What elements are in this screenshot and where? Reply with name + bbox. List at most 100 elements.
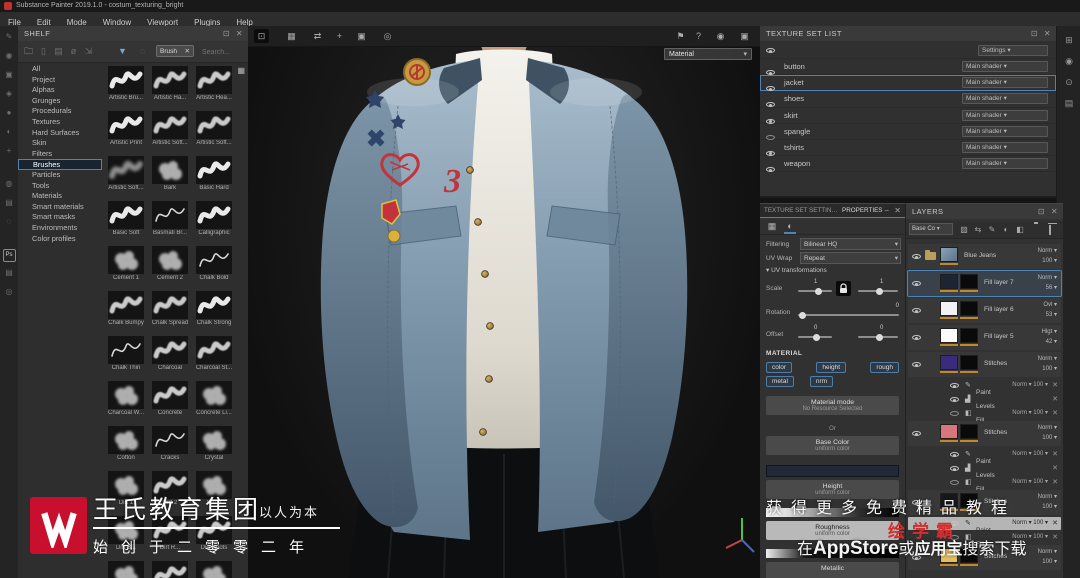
layer-thumbnail[interactable] bbox=[940, 247, 958, 262]
base-color-button[interactable]: Base Color uniform color bbox=[766, 436, 899, 455]
clone-tool-icon[interactable]: ◐ bbox=[0, 124, 18, 140]
copy-icon[interactable]: ▤ bbox=[52, 45, 65, 58]
projection-tool-icon[interactable]: ▣ bbox=[0, 67, 18, 83]
layer-thumbnail[interactable] bbox=[940, 274, 958, 289]
layer-visibility-eye-icon[interactable] bbox=[912, 361, 921, 368]
effect-blend-opacity[interactable]: Norm ▾ 100 ▾ bbox=[1012, 476, 1048, 489]
brush-basic-hard[interactable]: Basic Hard bbox=[192, 154, 236, 199]
sidebar-item-brushes[interactable]: Brushes bbox=[18, 159, 102, 170]
remove-effect-icon[interactable]: ✕ bbox=[1052, 407, 1058, 420]
add-mask-icon[interactable]: ◐ bbox=[1000, 224, 1012, 236]
channel-chip-color[interactable]: color bbox=[766, 362, 793, 373]
opacity-dropdown[interactable]: 53 ▾ bbox=[1046, 311, 1057, 318]
brush-cracks[interactable]: Cracks bbox=[148, 424, 192, 469]
remove-effect-icon[interactable]: ✕ bbox=[1052, 517, 1058, 530]
layer-thumbnail[interactable] bbox=[940, 328, 958, 343]
brush-item[interactable] bbox=[104, 559, 148, 578]
metallic-button[interactable]: Metallic bbox=[766, 562, 899, 578]
blend-mode-dropdown[interactable]: Norm ▾ bbox=[1038, 493, 1057, 500]
opacity-dropdown[interactable]: 100 ▾ bbox=[1042, 257, 1057, 264]
minimize-panel-icon[interactable]: − bbox=[884, 204, 889, 217]
texture-set-row-shoes[interactable]: shoes Main shader ▾ bbox=[760, 91, 1056, 108]
layer-thumbnail[interactable] bbox=[940, 424, 958, 439]
brush-chalk-strong[interactable]: Chalk Strong bbox=[192, 289, 236, 334]
scale-y-slider[interactable] bbox=[858, 287, 898, 295]
shelf-search-input[interactable] bbox=[200, 45, 246, 59]
brush-chalk-thin[interactable]: Chalk Thin bbox=[104, 334, 148, 379]
sidebar-item-all[interactable]: All bbox=[18, 64, 102, 75]
shader-dropdown[interactable]: Main shader ▾ bbox=[962, 61, 1048, 72]
filter-funnel-icon[interactable]: ▼ bbox=[116, 45, 129, 58]
effect-visibility-eye-icon[interactable] bbox=[950, 451, 959, 458]
new-file-icon[interactable]: ▯ bbox=[37, 45, 50, 58]
material-mode-button[interactable]: Material mode No Resource Selected bbox=[766, 396, 899, 415]
smudge-tool-icon[interactable]: ● bbox=[0, 105, 18, 121]
opacity-dropdown[interactable]: 100 ▾ bbox=[1042, 558, 1057, 565]
material-mode-icon[interactable]: ◍ bbox=[0, 176, 18, 192]
blend-mode-dropdown[interactable]: Norm ▾ bbox=[1038, 274, 1057, 281]
layer-effect-levels[interactable]: ▟ Levels ✕ bbox=[908, 462, 1061, 479]
tab-properties[interactable]: PROPERTIES bbox=[842, 204, 882, 217]
opacity-dropdown[interactable]: 56 ▾ bbox=[1046, 284, 1057, 291]
remove-effect-icon[interactable]: ✕ bbox=[1052, 476, 1058, 489]
opacity-dropdown[interactable]: 100 ▾ bbox=[1042, 365, 1057, 372]
effect-visibility-eye-icon[interactable] bbox=[950, 382, 959, 389]
layer-row-blue-jeans[interactable]: Blue Jeans Norm ▾ 100 ▾ bbox=[908, 244, 1061, 269]
offset-y-slider[interactable] bbox=[858, 333, 898, 341]
eraser-tool-icon[interactable]: ◉ bbox=[0, 48, 18, 64]
brush-cotton[interactable]: Cotton bbox=[104, 424, 148, 469]
folder-icon[interactable]: 🗀 bbox=[22, 45, 35, 58]
remove-effect-icon[interactable]: ✕ bbox=[1052, 462, 1058, 475]
camera-video-icon[interactable]: ◉ bbox=[713, 29, 728, 43]
blend-mode-dropdown[interactable]: Norm ▾ bbox=[1038, 548, 1057, 555]
document-icon[interactable]: ▤ bbox=[0, 265, 18, 281]
sidebar-item-smart-masks[interactable]: Smart masks bbox=[18, 212, 102, 223]
sidebar-item-particles[interactable]: Particles bbox=[18, 170, 102, 181]
effect-blend-opacity[interactable]: Norm ▾ 100 ▾ bbox=[1012, 407, 1048, 420]
brush-artistic-print[interactable]: Artistic Print bbox=[104, 109, 148, 154]
layer-effect-fill[interactable]: ◧FillNorm ▾ 100 ▾✕ bbox=[908, 407, 1061, 424]
base-color-swatch[interactable] bbox=[766, 465, 899, 477]
brush-cement-2[interactable]: Cement 2 bbox=[148, 244, 192, 289]
blend-mode-dropdown[interactable]: Ovl ▾ bbox=[1043, 301, 1057, 308]
help-icon[interactable]: ? bbox=[691, 29, 706, 43]
delete-layer-icon[interactable] bbox=[1044, 224, 1056, 236]
scale-lock-icon[interactable] bbox=[836, 281, 851, 296]
sidebar-item-alphas[interactable]: Alphas bbox=[18, 85, 102, 96]
brush-charcoal-st[interactable]: Charcoal St... bbox=[192, 334, 236, 379]
layer-mask-thumbnail[interactable] bbox=[960, 355, 978, 370]
layer-mask-thumbnail[interactable] bbox=[960, 301, 978, 316]
brush-artistic-bru[interactable]: Artistic Bru... bbox=[104, 64, 148, 109]
brush-artistic-soft[interactable]: Artistic Soft... bbox=[104, 154, 148, 199]
symmetry-axis-icon[interactable]: + bbox=[332, 29, 347, 43]
display-settings-icon[interactable]: ⊞ bbox=[1062, 33, 1076, 47]
brush-item[interactable] bbox=[148, 559, 192, 578]
layer-mask-thumbnail[interactable] bbox=[960, 424, 978, 439]
texture-set-list-dock-icon[interactable]: ▤ bbox=[1062, 96, 1076, 110]
target-icon[interactable]: ◎ bbox=[380, 29, 395, 43]
brush-crystal[interactable]: Crystal bbox=[192, 424, 236, 469]
brush-artistic-soft[interactable]: Artistic Soft... bbox=[148, 109, 192, 154]
close-panel-icon[interactable]: ✕ bbox=[1044, 26, 1051, 41]
effect-visibility-eye-icon[interactable] bbox=[950, 396, 959, 403]
layer-row-fill-layer-6[interactable]: Fill layer 6 Ovl ▾ 53 ▾ bbox=[908, 298, 1061, 323]
remove-effect-icon[interactable]: ✕ bbox=[1052, 393, 1058, 406]
sidebar-item-environments[interactable]: Environments bbox=[18, 223, 102, 234]
brush-chalk-bold[interactable]: Chalk Bold bbox=[192, 244, 236, 289]
blend-mode-dropdown[interactable]: Hlgt ▾ bbox=[1042, 328, 1057, 335]
effect-visibility-eye-icon[interactable] bbox=[950, 465, 959, 472]
remove-effect-icon[interactable]: ✕ bbox=[1052, 448, 1058, 461]
layer-thumbnail[interactable] bbox=[940, 301, 958, 316]
layer-row-stitches[interactable]: Stitches Norm ▾ 100 ▾ bbox=[908, 352, 1061, 377]
layer-effect-levels[interactable]: ▟ Levels ✕ bbox=[908, 393, 1061, 410]
shader-dropdown[interactable]: Main shader ▾ bbox=[962, 77, 1048, 89]
sidebar-item-grunges[interactable]: Grunges bbox=[18, 96, 102, 107]
effect-visibility-eye-icon[interactable] bbox=[950, 410, 959, 417]
remove-effect-icon[interactable]: ✕ bbox=[1052, 379, 1058, 392]
sidebar-item-smart-materials[interactable]: Smart materials bbox=[18, 202, 102, 213]
effect-blend-opacity[interactable]: Norm ▾ 100 ▾ bbox=[1012, 448, 1048, 461]
brush-cement-1[interactable]: Cement 1 bbox=[104, 244, 148, 289]
brush-basic-soft[interactable]: Basic Soft bbox=[104, 199, 148, 244]
brush-artistic-hea[interactable]: Artistic Hea... bbox=[192, 64, 236, 109]
uv-wrap-dropdown[interactable]: Repeat ▾ bbox=[800, 252, 901, 264]
